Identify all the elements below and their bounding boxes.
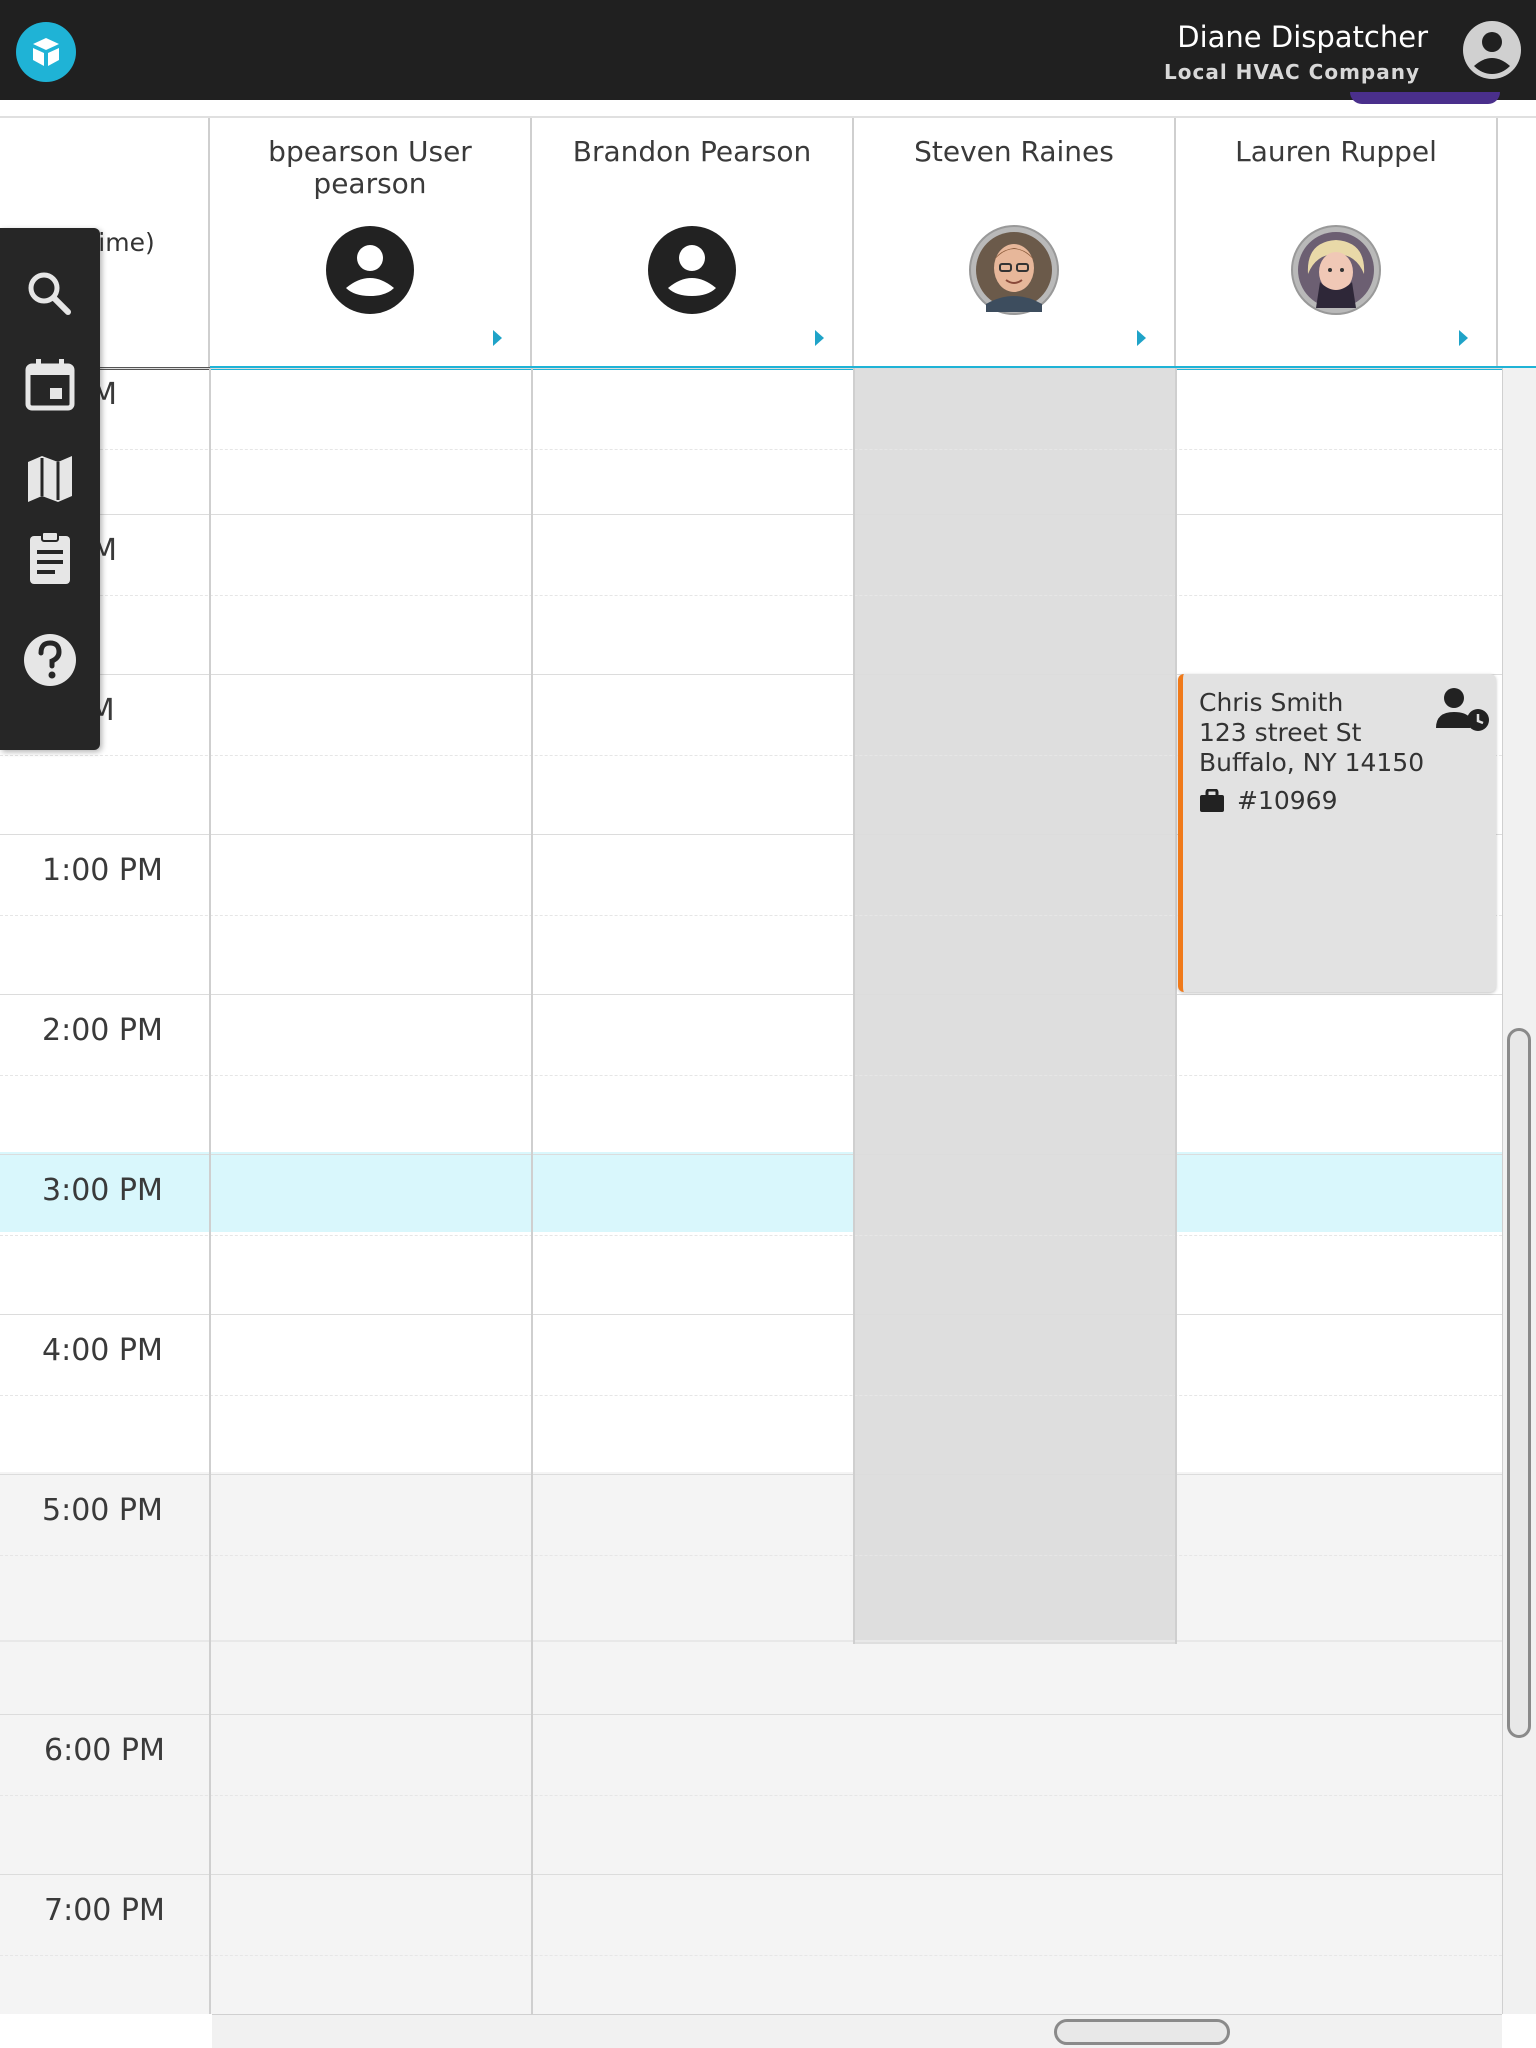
expand-arrow-icon[interactable]	[1459, 330, 1468, 346]
tech-name: Steven Raines	[914, 135, 1114, 168]
column-divider	[853, 368, 855, 1644]
expand-arrow-icon[interactable]	[493, 330, 502, 346]
tech-photo-avatar	[968, 224, 1060, 316]
tech-column-header[interactable]: bpearson User pearson	[210, 118, 532, 368]
schedule-grid: 0 AM 0 AM 0 PM 1:00 PM 2:00 PM 3:00 PM 4…	[0, 368, 1536, 2014]
tech-name: bpearson User pearson	[268, 135, 472, 200]
default-user-icon	[646, 224, 738, 316]
expand-arrow-icon[interactable]	[815, 330, 824, 346]
time-label: 1:00 PM	[42, 853, 163, 888]
tech-column-header[interactable]: Brandon Pearson	[532, 118, 854, 368]
time-row[interactable]: 7:00 PM	[0, 1874, 1502, 2014]
person-clock-icon	[1436, 686, 1490, 732]
appointment-job: #10969	[1199, 786, 1480, 815]
time-label: 4:00 PM	[42, 1333, 163, 1368]
column-divider	[531, 368, 533, 2014]
tech-photo-avatar	[1290, 224, 1382, 316]
time-row[interactable]: 0 AM	[0, 514, 1502, 674]
left-toolbar	[0, 228, 100, 750]
company-name: Local HVAC Company	[1164, 60, 1420, 84]
time-row[interactable]: 6:00 PM	[0, 1714, 1502, 1874]
time-label: 2:00 PM	[42, 1013, 163, 1048]
time-row[interactable]: 2:00 PM	[0, 994, 1502, 1154]
tech-column-header[interactable]: Lauren Ruppel	[1176, 118, 1498, 368]
time-label: 7:00 PM	[44, 1893, 165, 1928]
tech-column-header[interactable]: Steven Raines	[854, 118, 1176, 368]
top-bar: Diane Dispatcher Local HVAC Company	[0, 0, 1536, 100]
vertical-scrollbar[interactable]	[1502, 368, 1536, 2014]
help-icon[interactable]	[20, 630, 80, 690]
user-name: Diane Dispatcher	[1177, 20, 1428, 54]
time-row[interactable]: 0 AM	[0, 368, 1502, 528]
expand-arrow-icon[interactable]	[1137, 330, 1146, 346]
default-user-icon	[324, 224, 416, 316]
section-divider	[0, 1640, 1536, 1642]
job-number: #10969	[1237, 786, 1338, 815]
app-logo-icon[interactable]	[16, 22, 76, 82]
time-label: 5:00 PM	[42, 1493, 163, 1528]
technician-header-row: n Time) bpearson User pearson Brandon Pe…	[0, 116, 1536, 370]
search-icon[interactable]	[20, 264, 80, 324]
header-button-edge[interactable]	[1350, 92, 1500, 104]
appointment-city: Buffalo, NY 14150	[1199, 748, 1425, 777]
tech-name: Lauren Ruppel	[1235, 135, 1437, 168]
map-icon[interactable]	[20, 448, 80, 508]
column-divider	[209, 368, 211, 2014]
time-row[interactable]: 3:00 PM	[0, 1154, 1502, 1314]
time-label: 3:00 PM	[42, 1173, 163, 1208]
calendar-icon[interactable]	[20, 354, 80, 414]
horizontal-scroll-thumb[interactable]	[1054, 2019, 1230, 2045]
clipboard-icon[interactable]	[20, 528, 80, 588]
briefcase-icon	[1199, 788, 1225, 813]
time-label: 6:00 PM	[44, 1733, 165, 1768]
appointment-card[interactable]: Chris Smith 123 street St Buffalo, NY 14…	[1178, 674, 1496, 992]
user-avatar-icon[interactable]	[1462, 20, 1522, 80]
vertical-scroll-thumb[interactable]	[1507, 1028, 1531, 1738]
time-row[interactable]: 4:00 PM	[0, 1314, 1502, 1474]
horizontal-scrollbar[interactable]	[212, 2014, 1502, 2048]
tech-name: Brandon Pearson	[572, 135, 812, 168]
time-row[interactable]: 5:00 PM	[0, 1474, 1502, 1634]
column-divider	[1175, 368, 1177, 1644]
